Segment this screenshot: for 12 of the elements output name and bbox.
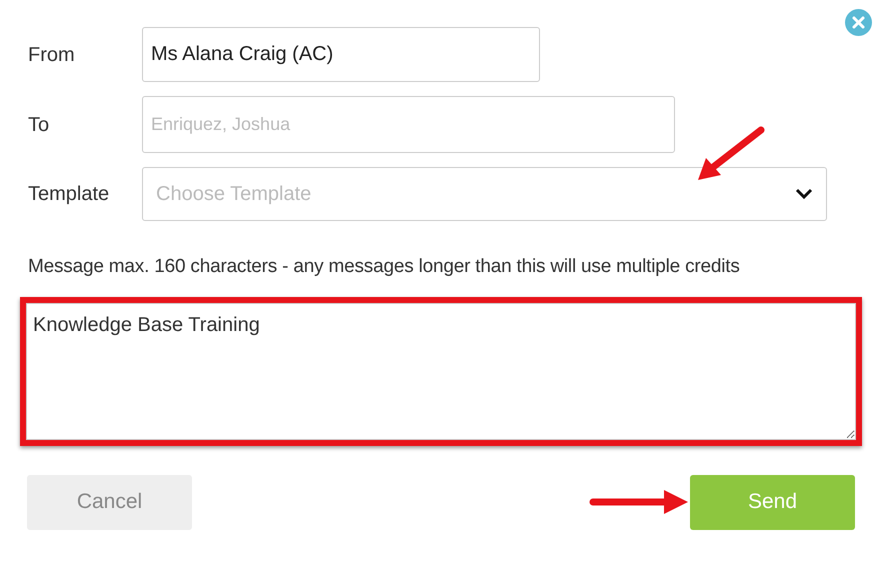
- message-note: Message max. 160 characters - any messages longer than this will use multiple credits: [27, 255, 741, 279]
- field-label: From: [27, 42, 76, 68]
- input-field[interactable]: Enriquez, Joshua: [142, 96, 675, 153]
- send-button[interactable]: Send: [690, 474, 855, 530]
- field-label: Template: [27, 182, 110, 207]
- cancel-button[interactable]: Cancel: [27, 474, 192, 530]
- template-select[interactable]: Choose Template: [142, 167, 827, 221]
- close-icon[interactable]: [845, 9, 872, 36]
- input-field[interactable]: Ms Alana Craig (AC): [142, 27, 540, 82]
- field-label: To: [27, 112, 50, 138]
- chevron-down-icon: [795, 188, 813, 200]
- message-field[interactable]: Knowledge Base Training: [26, 302, 856, 440]
